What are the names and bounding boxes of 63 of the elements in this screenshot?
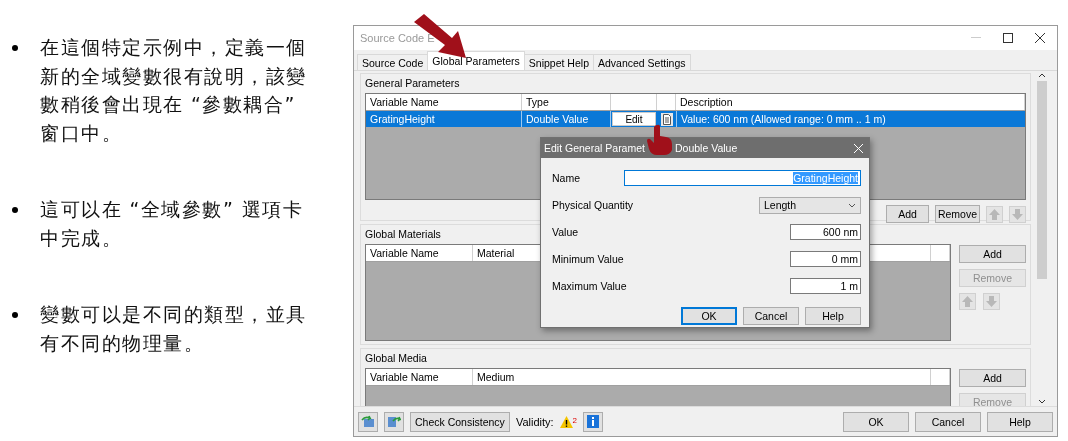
- minimize-icon[interactable]: [971, 37, 981, 39]
- dialog-button[interactable]: OK: [681, 307, 737, 325]
- footer-button[interactable]: OK: [843, 411, 909, 432]
- tab[interactable]: Advanced Settings: [592, 54, 691, 70]
- import-icon[interactable]: [358, 411, 378, 432]
- table-cell: GratingHeight: [366, 111, 522, 127]
- dialog-title: Double Value: [674, 142, 738, 154]
- table-row[interactable]: GratingHeight Double Value Edit Value: 600 nm (Allowed range: 0 mm .. 1 m): [366, 111, 1025, 127]
- bullet-icon: [12, 312, 18, 318]
- quantity-dropdown[interactable]: Length: [759, 196, 861, 214]
- group-title: Global Media: [365, 351, 427, 366]
- field-label: Minimum Value: [552, 253, 624, 265]
- chevron-down-icon: [848, 202, 856, 208]
- dialog-button[interactable]: Help: [805, 307, 861, 325]
- validity-label: Validity:: [515, 415, 554, 428]
- check-consistency-button[interactable]: Check Consistency: [410, 411, 510, 432]
- dialog-button[interactable]: Cancel: [743, 307, 799, 325]
- tab[interactable]: Global Parameters: [427, 51, 525, 70]
- field-label: Physical Quantity: [552, 199, 634, 211]
- document-icon[interactable]: [660, 112, 673, 126]
- scrollbar[interactable]: [1035, 71, 1049, 406]
- add-button[interactable]: Add: [959, 245, 1026, 263]
- table-cell: Double Value: [522, 111, 611, 127]
- value-field[interactable]: 600 nm: [790, 224, 861, 240]
- group-title: General Parameters: [365, 76, 460, 91]
- dialog-title: Edit General Paramet: [544, 142, 645, 154]
- tab[interactable]: Snippet Help: [523, 54, 594, 70]
- bullet-icon: [12, 45, 18, 51]
- bullet-text: 變數可以是不同的類型，並具有不同的物理量。: [40, 302, 308, 356]
- footer-button[interactable]: Help: [987, 411, 1053, 432]
- add-button[interactable]: Add: [959, 369, 1026, 387]
- tab[interactable]: Source Code: [357, 54, 429, 70]
- bullet-text: 這可以在 “全域參數” 選項卡中完成。: [40, 197, 305, 251]
- column-header[interactable]: Description: [676, 94, 1025, 110]
- field-label: Value: [552, 226, 579, 238]
- close-icon[interactable]: [1035, 33, 1045, 43]
- scroll-up-icon[interactable]: [1038, 73, 1046, 78]
- value-field[interactable]: 0 mm: [790, 251, 861, 267]
- warning-icon: [559, 415, 573, 428]
- column-header[interactable]: Medium: [473, 369, 931, 385]
- bullet-text: 在這個特定示例中，定義一個新的全域變數很有說明，該變數稍後會出現在 “參數耦合” 窗口中。: [40, 35, 308, 146]
- column-header[interactable]: Type: [522, 94, 611, 110]
- info-icon[interactable]: [583, 411, 604, 432]
- edit-button[interactable]: Edit: [612, 112, 656, 126]
- move-up-icon[interactable]: [986, 205, 1003, 223]
- add-button[interactable]: Add: [886, 205, 929, 223]
- remove-button[interactable]: Remove: [935, 205, 980, 223]
- warning-count: 2: [572, 415, 578, 425]
- group-title: Global Materials: [365, 227, 441, 242]
- column-header[interactable]: Variable Name: [366, 94, 522, 110]
- column-header[interactable]: Variable Name: [366, 369, 473, 385]
- table-cell-text: Value: 600 nm (Allowed range: 0 mm .. 1 m): [680, 112, 887, 127]
- column-header[interactable]: Variable Name: [366, 245, 473, 261]
- field-label: Name: [552, 172, 580, 184]
- move-down-icon[interactable]: [1009, 205, 1026, 223]
- hand-cursor-icon: [645, 124, 674, 156]
- field-label: Maximum Value: [552, 280, 627, 292]
- footer-button[interactable]: Cancel: [915, 411, 981, 432]
- export-icon[interactable]: [384, 411, 404, 432]
- bullet-icon: [12, 207, 18, 213]
- scroll-down-icon[interactable]: [1038, 399, 1046, 404]
- value-field[interactable]: 1 m: [790, 278, 861, 294]
- maximize-icon[interactable]: [1003, 33, 1013, 43]
